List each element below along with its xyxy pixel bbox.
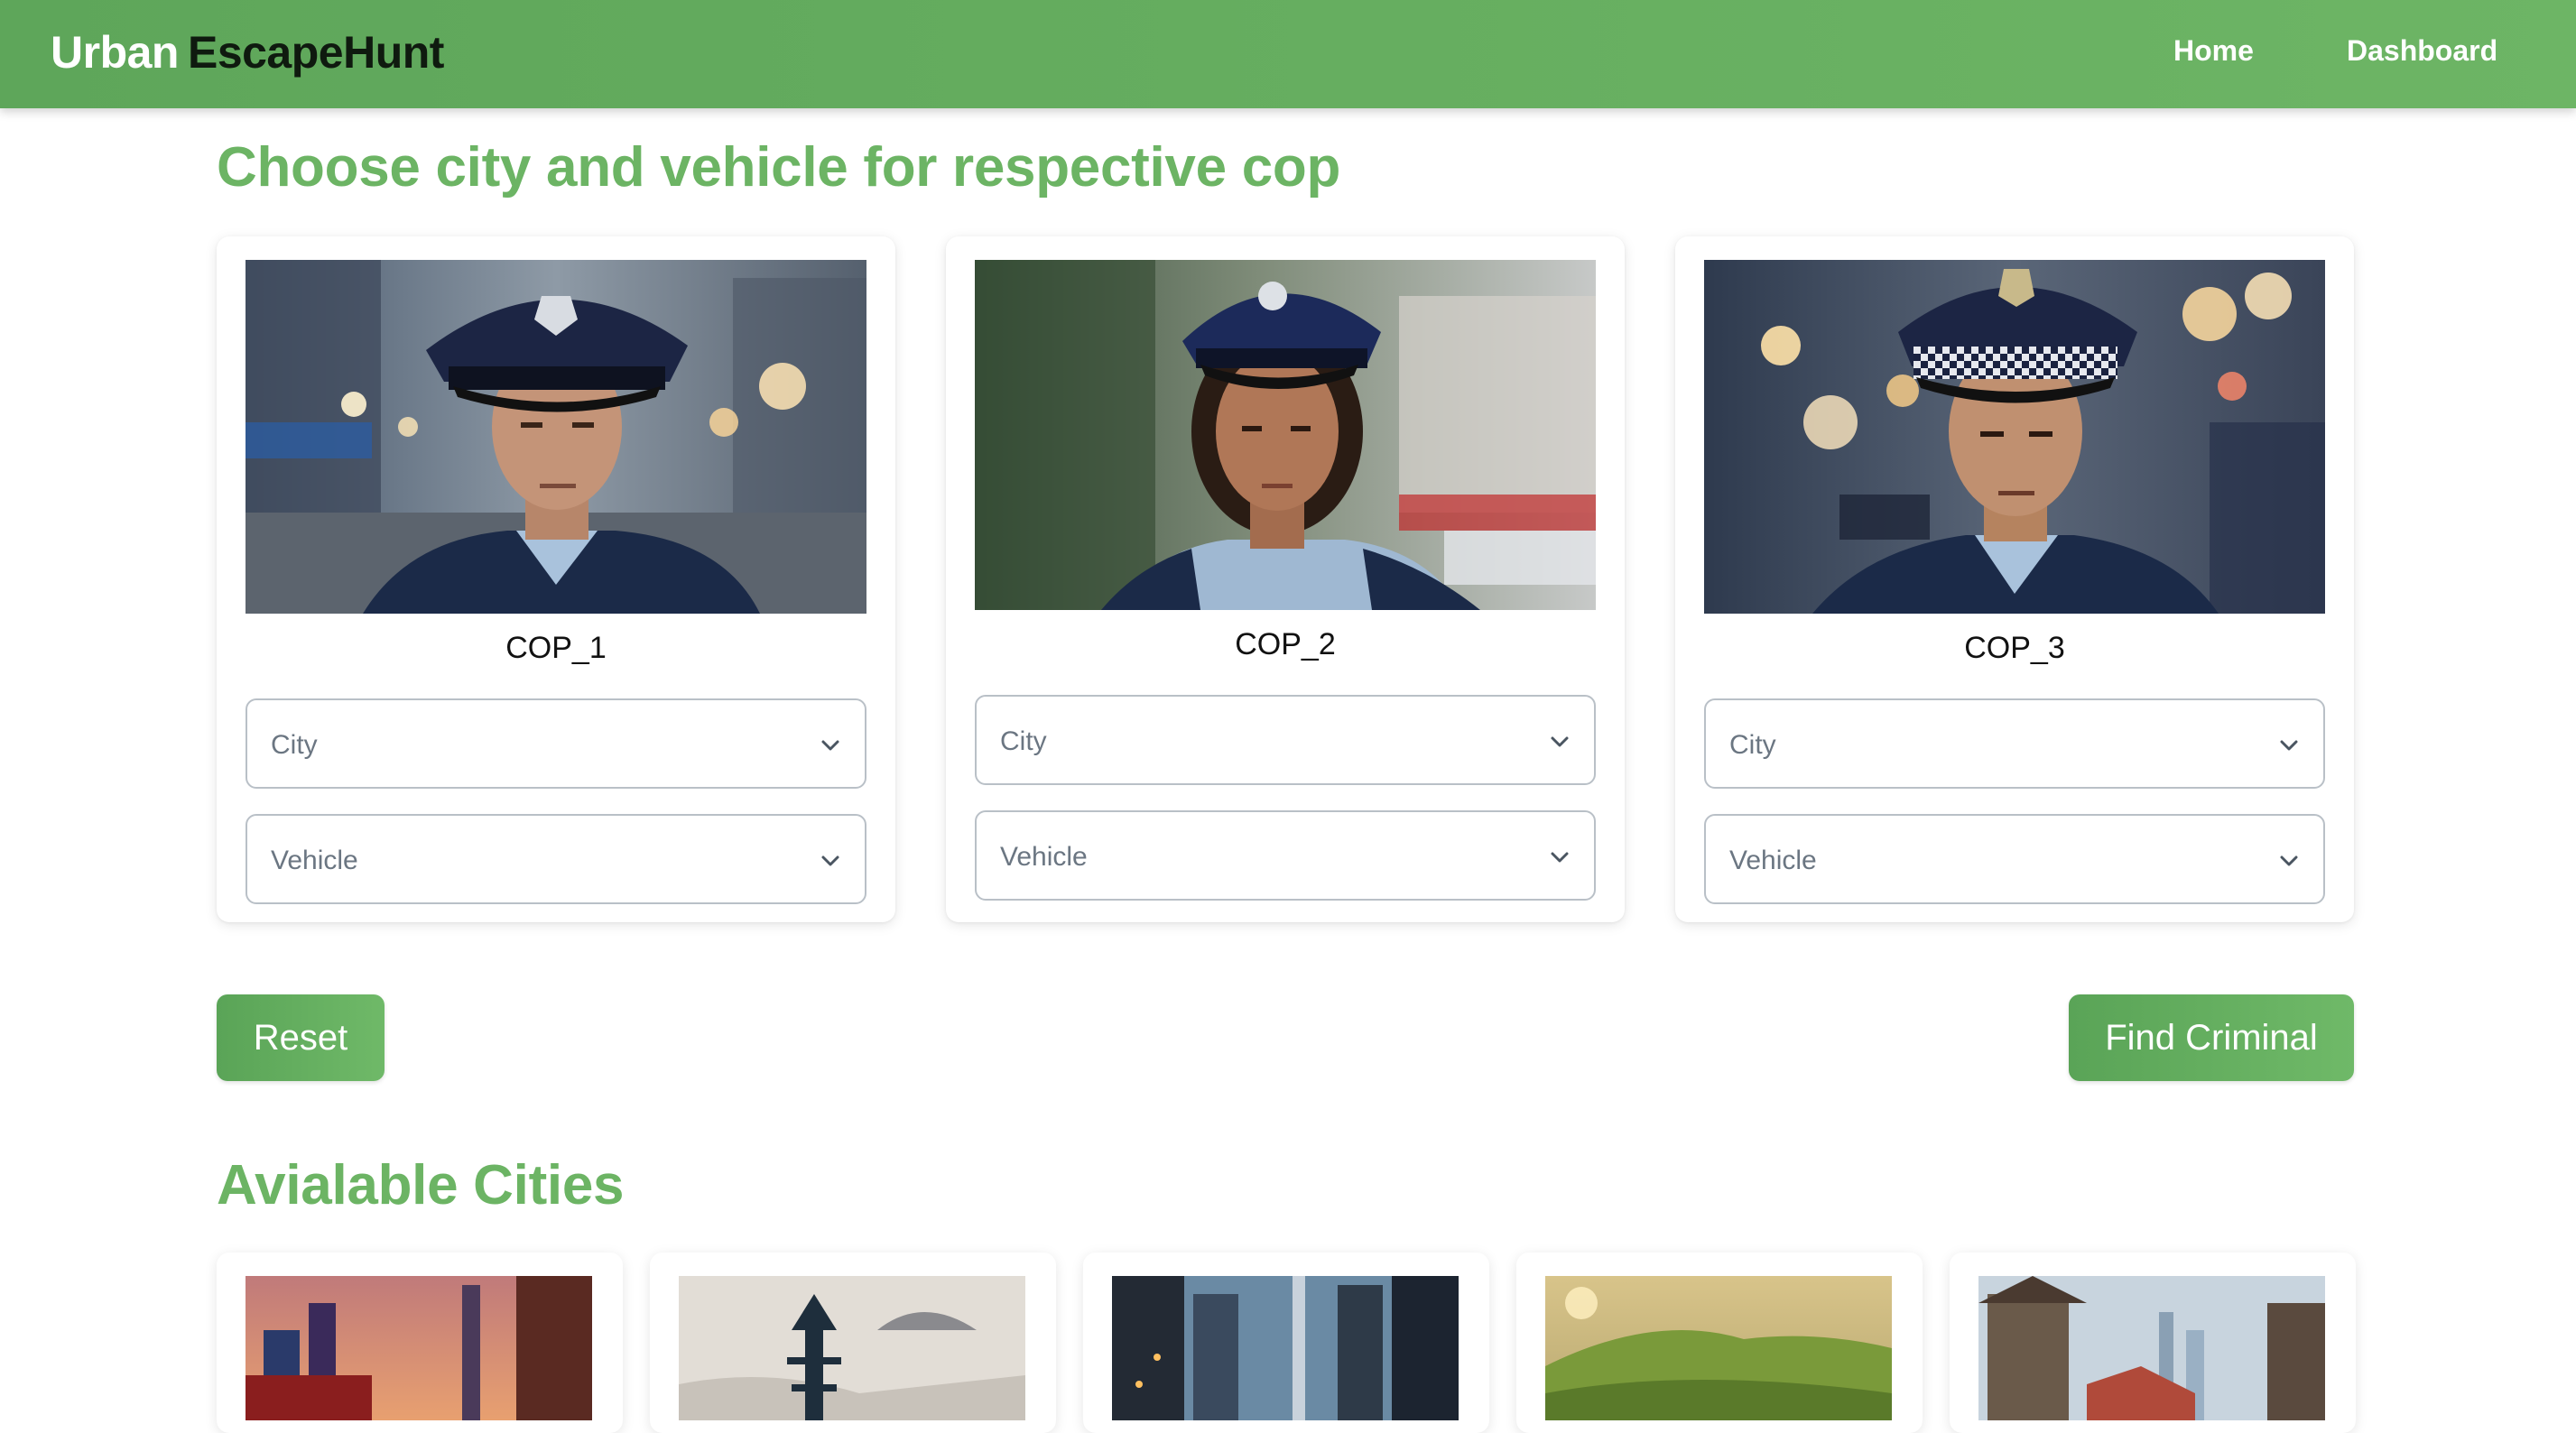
cop-1-photo [246,260,866,614]
city-card-1[interactable] [217,1253,623,1433]
chevron-down-icon [1551,736,1569,747]
city-card-2[interactable] [650,1253,1056,1433]
cop-2-city-placeholder: City [1000,726,1047,756]
cop-card-2: COP_2 City Vehicle [946,236,1625,922]
city-card-4[interactable] [1516,1253,1923,1433]
city-4-image [1545,1276,1892,1420]
cop-3-photo [1704,260,2325,614]
chevron-down-icon [1551,852,1569,863]
cities-section-title: Avialable Cities [217,1154,625,1216]
cop-3-vehicle-placeholder: Vehicle [1729,846,1817,875]
cop-1-vehicle-select[interactable]: Vehicle [246,814,866,904]
cop-1-vehicle-placeholder: Vehicle [271,846,358,875]
cop-2-city-select[interactable]: City [975,695,1596,785]
city-5-image [1978,1276,2325,1420]
cop-3-city-placeholder: City [1729,730,1776,760]
cop-card-3: COP_3 City Vehicle [1675,236,2354,922]
cop-3-name: COP_3 [1964,631,2065,665]
chevron-down-icon [821,740,839,751]
chevron-down-icon [2280,740,2298,751]
navbar: Urban EscapeHunt Home Dashboard [0,0,2576,108]
cop-1-city-placeholder: City [271,730,318,760]
cop-2-vehicle-select[interactable]: Vehicle [975,810,1596,901]
cop-2-name: COP_2 [1235,627,1336,661]
cop-3-vehicle-select[interactable]: Vehicle [1704,814,2325,904]
city-3-image [1112,1276,1459,1420]
brand-word-urban: Urban [51,27,179,78]
brand-logo[interactable]: Urban EscapeHunt [51,25,444,79]
chevron-down-icon [2280,855,2298,866]
cop-2-vehicle-placeholder: Vehicle [1000,842,1088,872]
city-card-3[interactable] [1083,1253,1489,1433]
chevron-down-icon [821,855,839,866]
reset-button[interactable]: Reset [217,994,385,1081]
cop-3-city-select[interactable]: City [1704,698,2325,789]
nav-home-link[interactable]: Home [2173,32,2254,69]
cop-section-title: Choose city and vehicle for respective c… [217,136,1341,199]
cop-1-city-select[interactable]: City [246,698,866,789]
cop-1-name: COP_1 [505,631,607,665]
find-criminal-button[interactable]: Find Criminal [2069,994,2354,1081]
brand-word-escapehunt: EscapeHunt [187,27,444,78]
city-card-5[interactable] [1950,1253,2356,1433]
nav-dashboard-link[interactable]: Dashboard [2347,32,2497,69]
city-1-image [246,1276,592,1420]
city-2-image [679,1276,1025,1420]
cop-2-photo [975,260,1596,610]
cop-card-1: COP_1 City Vehicle [217,236,895,922]
